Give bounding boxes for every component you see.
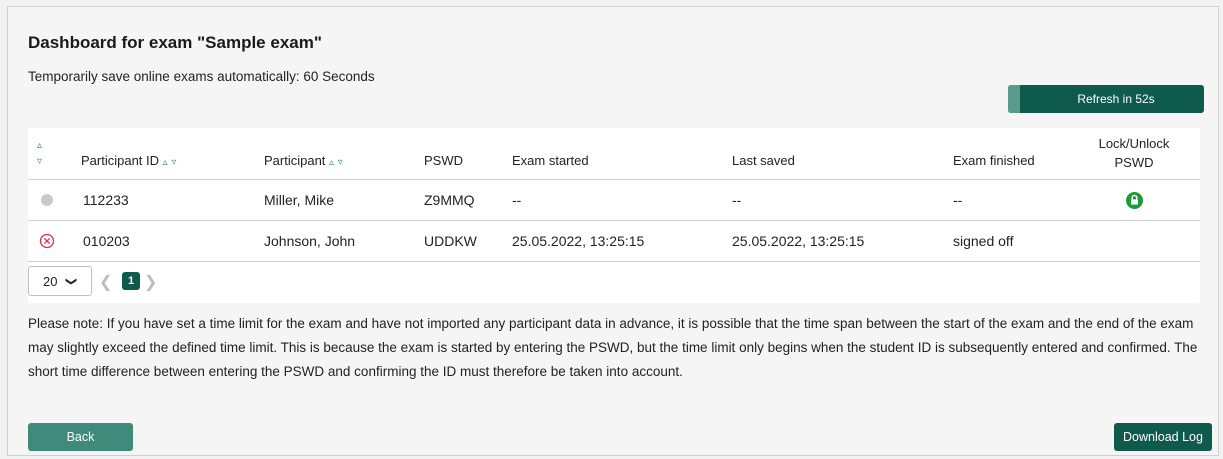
dashboard-panel: Dashboard for exam "Sample exam" Tempora… xyxy=(7,6,1219,456)
column-participant[interactable]: Participant ▵ ▿ xyxy=(264,153,343,168)
refresh-progress-bar xyxy=(1008,85,1020,113)
sort-desc-icon[interactable]: ▿ xyxy=(37,154,42,170)
status-sort-control[interactable]: ▵ ▿ xyxy=(37,138,42,170)
chevron-left-icon[interactable]: ❮ xyxy=(99,272,112,292)
sort-desc-icon[interactable]: ▿ xyxy=(338,157,343,168)
exam-finished-cell: -- xyxy=(953,192,963,208)
column-label: Participant ID xyxy=(81,153,160,168)
per-page-value: 20 xyxy=(43,273,58,289)
last-saved-cell: -- xyxy=(732,192,742,208)
participants-table: ▵ ▿ Participant ID ▵ ▿ Participant ▵ ▿ P… xyxy=(28,128,1200,303)
autosave-info: Temporarily save online exams automatica… xyxy=(28,69,375,84)
refresh-label: Refresh in 52s xyxy=(1077,92,1155,106)
column-label: Lock/Unlock xyxy=(1098,136,1170,151)
column-label: PSWD xyxy=(1114,155,1154,170)
page-1-button[interactable]: 1 xyxy=(122,272,140,290)
table-header: ▵ ▿ Participant ID ▵ ▿ Participant ▵ ▿ P… xyxy=(28,128,1200,180)
participant-cell: Johnson, John xyxy=(264,233,356,249)
page-title: Dashboard for exam "Sample exam" xyxy=(28,33,322,52)
pswd-cell: UDDKW xyxy=(424,233,477,249)
participant-id-cell: 112233 xyxy=(83,192,129,208)
per-page-select[interactable]: 20 ❯ xyxy=(28,266,92,296)
table-row: 112233 Miller, Mike Z9MMQ -- -- -- xyxy=(28,180,1200,221)
sort-asc-icon[interactable]: ▵ xyxy=(329,157,334,168)
sort-desc-icon[interactable]: ▿ xyxy=(171,157,176,168)
column-participant-id[interactable]: Participant ID ▵ ▿ xyxy=(81,153,176,168)
red-x-circle-icon xyxy=(38,232,56,250)
pswd-cell: Z9MMQ xyxy=(424,192,475,208)
column-last-saved: Last saved xyxy=(732,153,795,168)
time-limit-note: Please note: If you have set a time limi… xyxy=(28,316,1198,379)
chevron-down-icon: ❯ xyxy=(65,276,78,286)
column-pswd: PSWD xyxy=(424,153,463,168)
column-exam-finished: Exam finished xyxy=(953,153,1035,168)
column-exam-started: Exam started xyxy=(512,153,589,168)
participant-cell: Miller, Mike xyxy=(264,192,335,208)
unlocked-green-lock-icon[interactable] xyxy=(1126,192,1143,209)
sort-asc-icon[interactable]: ▵ xyxy=(37,138,42,154)
participant-id-cell: 010203 xyxy=(83,233,130,249)
exam-started-cell: 25.05.2022, 13:25:15 xyxy=(512,233,645,249)
refresh-button[interactable]: Refresh in 52s xyxy=(1008,85,1204,113)
download-log-button[interactable]: Download Log xyxy=(1114,423,1212,451)
table-row: 010203 Johnson, John UDDKW 25.05.2022, 1… xyxy=(28,221,1200,262)
exam-started-cell: -- xyxy=(512,192,522,208)
column-label: Participant xyxy=(264,153,326,168)
last-saved-cell: 25.05.2022, 13:25:15 xyxy=(732,233,865,249)
exam-finished-cell: signed off xyxy=(953,233,1014,249)
gray-circle-icon xyxy=(41,194,53,206)
sort-asc-icon[interactable]: ▵ xyxy=(163,157,168,168)
back-button[interactable]: Back xyxy=(28,423,133,451)
column-lock-unlock: Lock/Unlock PSWD xyxy=(1088,134,1180,172)
chevron-right-icon[interactable]: ❯ xyxy=(144,272,157,292)
